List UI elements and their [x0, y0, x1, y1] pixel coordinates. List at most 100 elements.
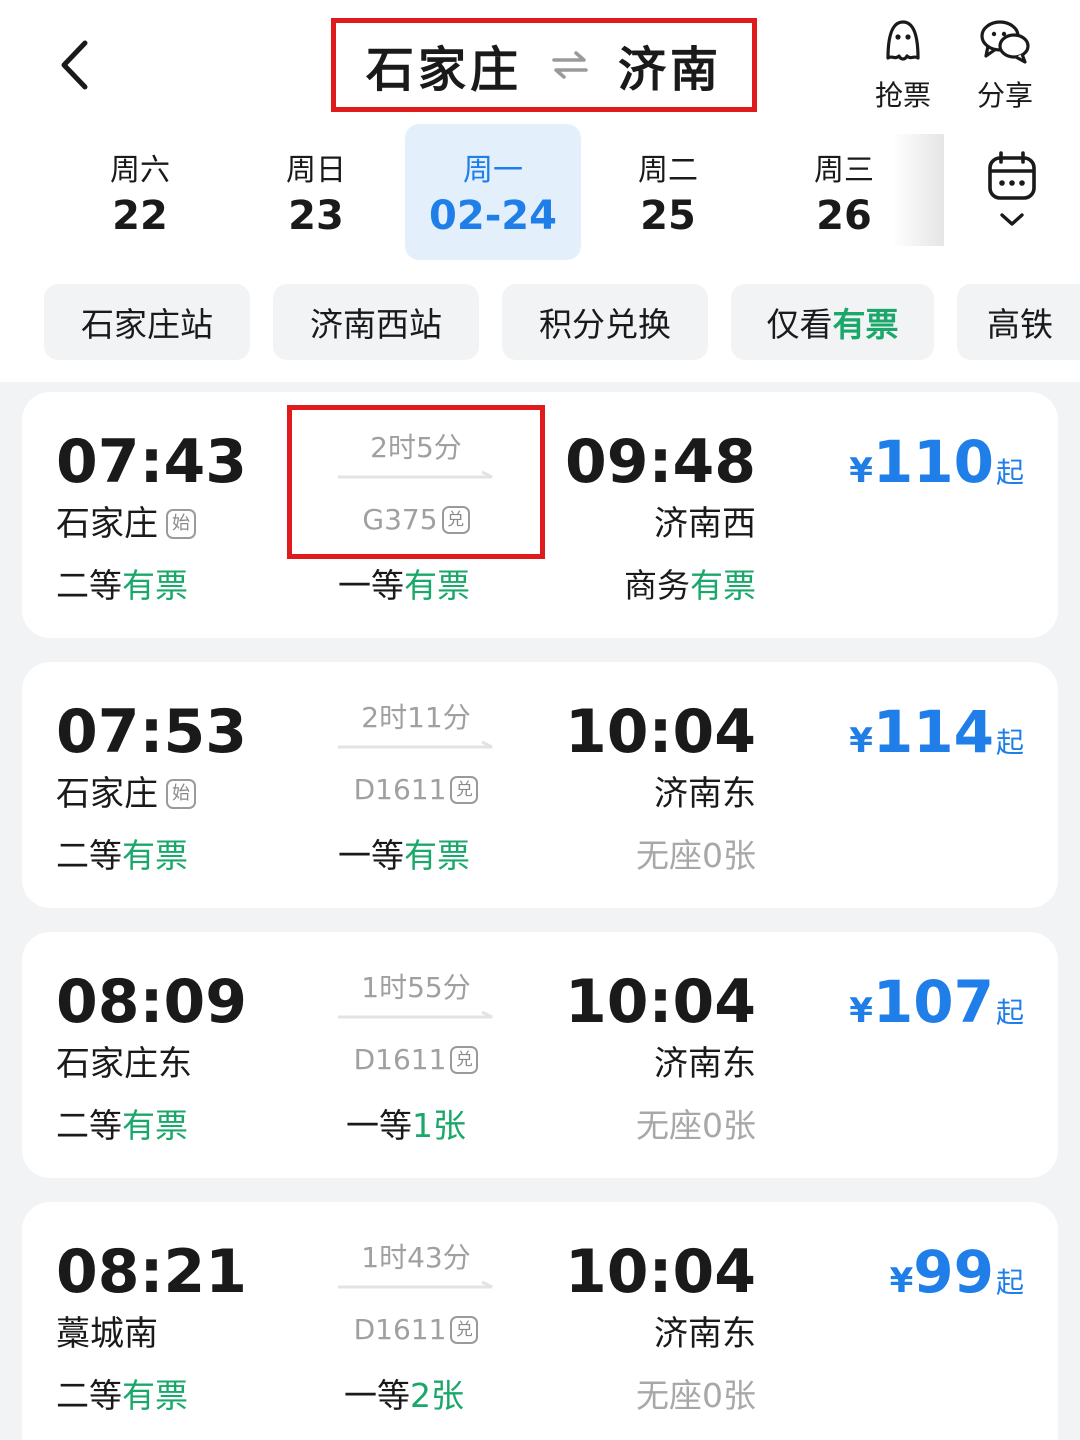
filter-chip-label: 仅看 — [766, 305, 833, 344]
departure-station-name: 石家庄 — [56, 504, 158, 544]
train-middle: 2时11分 D1611 兑 — [332, 698, 500, 810]
seat-info: 无座0张 — [636, 1374, 756, 1418]
price-currency: ¥ — [849, 721, 873, 761]
filter-chip[interactable]: 高铁 — [957, 284, 1080, 360]
price-currency: ¥ — [849, 991, 873, 1031]
price-suffix: 起 — [995, 996, 1024, 1029]
departure-station: 石家庄 始 — [56, 502, 196, 546]
price: ¥ 107 起 — [849, 970, 1024, 1034]
departure-station: 石家庄 始 — [56, 772, 196, 816]
seat-class: 一等 — [338, 566, 404, 605]
departure-time: 08:21 — [56, 1237, 247, 1307]
filter-chip[interactable]: 积分兑换 — [502, 284, 708, 360]
departure-time: 07:53 — [56, 697, 247, 767]
train-card[interactable]: 08:21 藁城南 1时43分 D1611 兑 10:04 济南东 ¥ 99 起… — [22, 1202, 1058, 1440]
seat-info: 一等有票 — [338, 834, 470, 878]
train-middle: 1时43分 D1611 兑 — [332, 1238, 500, 1350]
grab-ticket-button[interactable]: 抢票 — [853, 16, 953, 116]
arrow-line-icon — [338, 1010, 493, 1019]
filter-chip-highlight: 有票 — [832, 305, 899, 344]
seat-info: 一等1张 — [346, 1104, 466, 1148]
seat-info: 二等有票 — [56, 564, 188, 608]
train-number[interactable]: D1611 兑 — [354, 1310, 479, 1350]
chevron-down-icon — [1000, 213, 1024, 226]
seat-status: 0张 — [702, 1376, 756, 1415]
date-strip: 周六 22 周日 23 周一 02-24 周二 25 周三 26 — [0, 124, 1080, 264]
filter-bar: 石家庄站 济南西站 积分兑换 仅看 有票 高铁 — [44, 284, 1080, 360]
route-selector[interactable]: 石家庄 济南 — [331, 18, 757, 112]
annotation-highlight-box — [287, 405, 545, 559]
price-value: 107 — [872, 968, 994, 1036]
train-number[interactable]: D1611 兑 — [354, 1040, 479, 1080]
train-card[interactable]: 07:53 石家庄 始 2时11分 D1611 兑 10:04 济南东 ¥ 11… — [22, 662, 1058, 908]
back-button[interactable] — [44, 30, 104, 100]
date-day: 25 — [640, 193, 696, 239]
date-weekday: 周三 — [814, 153, 874, 188]
seat-info: 无座0张 — [636, 834, 756, 878]
date-item[interactable]: 周日 23 — [228, 124, 404, 260]
date-item[interactable]: 周二 25 — [580, 124, 756, 260]
seat-info: 二等有票 — [56, 1104, 188, 1148]
filter-chip-label: 济南西站 — [310, 305, 442, 344]
filter-chip-available-only[interactable]: 仅看 有票 — [731, 284, 934, 360]
train-number[interactable]: D1611 兑 — [354, 770, 479, 810]
points-tag: 兑 — [450, 1046, 479, 1074]
arrival-station: 济南东 — [654, 1314, 756, 1354]
seat-status: 有票 — [404, 566, 470, 605]
date-item[interactable]: 周六 22 — [52, 124, 228, 260]
arrival-time: 09:48 — [565, 427, 756, 497]
arrival-station: 济南东 — [654, 1044, 756, 1084]
date-weekday: 周一 — [463, 153, 523, 188]
price-currency: ¥ — [849, 451, 873, 491]
seat-status: 有票 — [122, 836, 188, 875]
seat-class: 二等 — [56, 566, 122, 605]
date-item-selected[interactable]: 周一 02-24 — [405, 124, 581, 260]
to-city[interactable]: 济南 — [618, 30, 722, 100]
chevron-left-icon — [61, 40, 88, 90]
departure-station: 石家庄东 — [56, 1042, 192, 1086]
swap-icon[interactable] — [552, 50, 588, 80]
train-middle: 1时55分 D1611 兑 — [332, 968, 500, 1080]
seat-info: 二等有票 — [56, 834, 188, 878]
seat-class: 二等 — [56, 1106, 122, 1145]
ghost-icon — [886, 20, 920, 61]
seat-status: 有票 — [122, 1376, 188, 1415]
price: ¥ 114 起 — [849, 700, 1024, 764]
seat-info: 一等2张 — [344, 1374, 464, 1418]
from-city[interactable]: 石家庄 — [366, 30, 522, 100]
filter-chip[interactable]: 济南西站 — [273, 284, 479, 360]
seat-status: 2张 — [410, 1376, 464, 1415]
train-number-text: D1611 — [353, 773, 447, 806]
date-day: 22 — [112, 193, 168, 239]
date-day: 23 — [288, 193, 344, 239]
duration: 1时43分 — [361, 1241, 471, 1274]
date-day: 02-24 — [429, 193, 557, 239]
share-button[interactable]: 分享 — [955, 16, 1055, 116]
seat-status: 0张 — [702, 1106, 756, 1145]
seat-status: 有票 — [690, 566, 756, 605]
seat-info: 一等有票 — [338, 564, 470, 608]
seat-class: 无座 — [636, 836, 702, 875]
seat-class: 一等 — [338, 836, 404, 875]
filter-chip-label: 积分兑换 — [539, 305, 671, 344]
seat-status: 有票 — [122, 1106, 188, 1145]
seat-info: 商务有票 — [624, 564, 756, 608]
price-suffix: 起 — [995, 456, 1024, 489]
departure-time: 08:09 — [56, 967, 247, 1037]
seat-info: 二等有票 — [56, 1374, 188, 1418]
calendar-button[interactable] — [972, 150, 1052, 246]
date-strip-fade — [892, 134, 944, 246]
header-area: 石家庄 济南 抢票 分享 周六 22 周日 23 周一 02-24 周二 25 … — [0, 0, 1080, 382]
train-number-text: D1611 — [353, 1043, 447, 1076]
points-tag: 兑 — [450, 1316, 479, 1344]
seat-status: 有票 — [404, 836, 470, 875]
grab-ticket-label: 抢票 — [874, 79, 931, 112]
filter-chip[interactable]: 石家庄站 — [44, 284, 250, 360]
arrival-station: 济南西 — [654, 504, 756, 544]
seat-class: 商务 — [624, 566, 690, 605]
date-day: 26 — [816, 193, 872, 239]
duration: 2时11分 — [361, 701, 471, 734]
departure-station: 藁城南 — [56, 1312, 158, 1356]
price-suffix: 起 — [995, 1266, 1024, 1299]
train-card[interactable]: 08:09 石家庄东 1时55分 D1611 兑 10:04 济南东 ¥ 107… — [22, 932, 1058, 1178]
